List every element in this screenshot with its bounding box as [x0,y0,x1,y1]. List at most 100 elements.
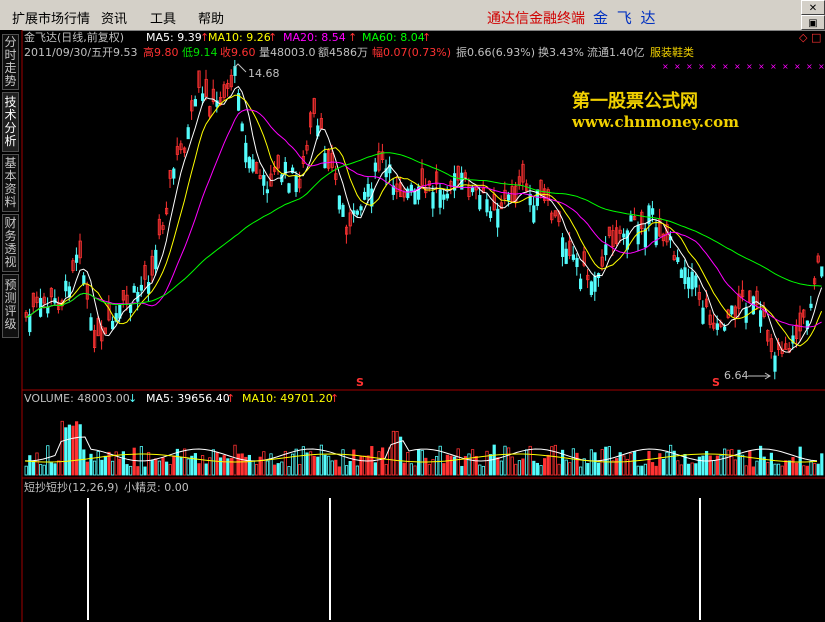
up-arrow-icon: ↑ [330,392,340,405]
volume-bar [247,454,251,476]
volume-bar [301,446,306,476]
square-icon[interactable]: □ [811,32,821,44]
volume-bar [82,449,86,476]
signal-marker: × [770,62,777,71]
volume-bar [413,465,417,476]
candle-body [323,153,327,169]
low-price-label: 6.64 [724,369,749,382]
candle-body [186,127,190,140]
chart-title: 金飞达(日线,前复权) [24,31,125,44]
up-arrow-icon: ↑ [268,31,278,44]
volume-bar [470,449,475,476]
ma5-label: MA5: 9.39 [146,31,202,44]
volume-label: VOLUME: 48003.00 [24,392,130,405]
volume-bar [391,430,396,476]
volume-bar [272,464,277,476]
info-high: 高9.80 [143,46,179,59]
volume-bar [571,448,576,476]
volume-bar [204,463,208,476]
volume-bar [478,464,482,476]
candle-body [341,204,345,217]
candle-body [438,189,442,208]
volume-bar [193,453,197,476]
volume-bar [146,452,151,476]
volume-bar [564,459,568,476]
volume-bar [723,448,727,476]
volume-bar [366,455,370,476]
volume-bar [726,449,730,476]
volume-bar [39,464,43,476]
candle-body [111,320,115,330]
watermark-url: www.chnmoney.com [572,113,739,131]
volume-bar [373,462,378,476]
candle-body [694,275,698,288]
volume-bar [546,454,550,476]
volume-bar [449,455,453,476]
candle-body [355,210,360,215]
volume-bar [651,462,655,476]
candle-body [506,194,511,201]
indicator-value: 小精灵: 0.00 [124,481,189,494]
signal-marker: × [686,62,693,71]
volume-bar [298,463,302,476]
ma20-line [25,109,822,328]
candle-body [604,244,608,256]
volume-bar [337,466,342,476]
volume-bar [809,460,813,476]
volume-bar [128,465,133,476]
candle-body [679,269,684,279]
volume-bar [816,463,820,476]
candle-body [251,159,255,172]
volume-bar [330,460,334,476]
volume-bar [46,445,50,476]
candle-body [172,168,176,179]
volume-bar [697,456,702,476]
volume-bar [24,465,28,476]
volume-bar [748,450,752,476]
volume-bar [388,447,392,476]
volume-bar [633,451,637,476]
volume-bar [622,455,626,476]
volume-bar [60,420,64,476]
info-amount: 额4586万 [318,46,368,59]
volume-bar [543,458,547,476]
volume-bar [672,450,676,476]
volume-bar [157,460,161,476]
volume-bar [182,448,187,476]
candle-body [28,314,32,333]
volume-bar [517,460,522,476]
candle-body [193,99,197,107]
volume-bar [528,445,532,476]
volume-bar [521,458,525,476]
up-arrow-icon: ↑ [226,392,236,405]
candle-body [359,206,363,211]
volume-bar [629,453,633,476]
volume-bar [402,462,406,476]
volume-bar [269,453,273,476]
diamond-icon[interactable]: ◇ [799,32,807,44]
volume-bar [258,456,262,476]
candle-body [200,93,205,101]
high-price-label: 14.68 [248,67,280,80]
volume-bar [820,453,824,476]
volume-bar [780,465,784,476]
volume-bar [539,465,543,476]
info-sector: 服装鞋类 [650,46,694,59]
volume-bar [305,452,309,476]
candle-body [89,317,93,331]
candle-body [683,267,687,285]
volume-bar [355,465,360,476]
volume-bar [615,458,619,476]
volume-bar [64,427,68,476]
volume-bar [197,463,201,476]
sell-signal-marker: S [712,376,720,389]
volume-bar [312,455,316,476]
candle-body [337,195,342,210]
volume-bar [600,449,604,476]
volume-bar [654,465,658,476]
signal-marker: × [782,62,789,71]
volume-bar [229,457,233,476]
volume-bar [294,448,298,476]
volume-bar [359,456,363,476]
kline-chart[interactable]: × × × × × × × × × × × × × × [0,0,825,622]
